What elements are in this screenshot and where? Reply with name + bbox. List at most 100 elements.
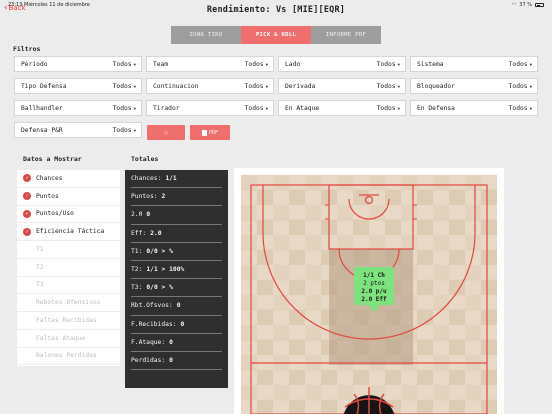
datos-item-balones-perdidos[interactable]: Balones Perdidos: [17, 348, 120, 366]
datos-item-label: T2: [36, 263, 44, 271]
filter-tipo-defensa[interactable]: Tipo Defensa Todos ▼: [14, 78, 142, 94]
filter-en-defensa[interactable]: En Defensa Todos ▼: [410, 100, 538, 116]
unchecked-icon: [23, 352, 31, 360]
filter-value: Todos ▼: [376, 104, 400, 112]
filter-value: Todos ▼: [508, 104, 532, 112]
filter-sistema[interactable]: Sistema Todos ▼: [410, 56, 538, 72]
court-panel: 1/1 Ch 2 ptos 2.0 p/u 2.0 Eff: [234, 168, 504, 414]
filter-label: En Defensa: [417, 104, 455, 112]
filter-ballhandler[interactable]: Ballhandler Todos ▼: [14, 100, 142, 116]
filter-value: Todos ▼: [376, 60, 400, 68]
chevron-down-icon: ▼: [133, 105, 136, 111]
filter-en-ataque[interactable]: En Ataque Todos ▼: [278, 100, 406, 116]
filter-team[interactable]: Team Todos ▼: [146, 56, 274, 72]
datos-item-puntos-uso[interactable]: ✓ Puntos/Uso: [17, 206, 120, 224]
totales-row: F.Ataque: 0: [131, 334, 222, 352]
checkmark-icon: ✓: [23, 209, 31, 218]
reset-icon: ○: [164, 129, 168, 136]
filter-value: Todos ▼: [508, 82, 532, 90]
filter-value: Todos ▼: [508, 60, 532, 68]
unchecked-icon: [23, 334, 31, 342]
tab-pick-and-roll[interactable]: PICK & ROLL: [241, 26, 311, 44]
datos-item-chances[interactable]: ✓ Chances: [17, 170, 120, 188]
datos-item-puntos[interactable]: ✓ Puntos: [17, 188, 120, 206]
totales-value: 0: [169, 356, 173, 364]
filter-label: Periodo: [21, 60, 48, 68]
datos-heading: Datos a Mostrar: [23, 155, 82, 163]
totales-value: 0: [146, 211, 151, 219]
unchecked-icon: [23, 263, 31, 271]
pdf-button[interactable]: PDF: [190, 125, 230, 140]
datos-item-label: T1: [36, 245, 44, 253]
chevron-down-icon: ▼: [397, 105, 400, 111]
datos-item-label: Rebotes Ofensivos: [36, 299, 101, 307]
datos-item-rebotes-ofensivos[interactable]: Rebotes Ofensivos: [17, 294, 120, 312]
totales-row: 2.0 0: [131, 206, 222, 225]
totales-label: Chances:: [131, 175, 162, 183]
totales-label: Rbt.Ofsvos:: [131, 302, 173, 310]
chevron-down-icon: ▼: [529, 61, 532, 67]
totales-label: F.Ataque:: [131, 338, 166, 346]
chevron-down-icon: ▼: [265, 61, 268, 67]
totales-row: T1: 0/0 > %: [131, 243, 222, 261]
tooltip-line-eff: 2.0 Eff: [361, 296, 387, 303]
chevron-down-icon: ▼: [397, 61, 400, 67]
chevron-down-icon: ▼: [529, 83, 532, 89]
datos-item-faltas-recibidas[interactable]: Faltas Recibidas: [17, 312, 120, 330]
totales-row: Chances: 1/1: [131, 170, 222, 189]
filter-label: Sistema: [417, 60, 444, 68]
totales-label: Puntos:: [131, 193, 158, 201]
checkmark-icon: ✓: [23, 192, 31, 201]
filter-derivada[interactable]: Derivada Todos ▼: [278, 78, 406, 94]
datos-item-label: Puntos: [36, 192, 59, 200]
filter-label: Defensa P&R: [21, 126, 63, 134]
chevron-down-icon: ▼: [133, 61, 136, 67]
filter-tirador[interactable]: Tirador Todos ▼: [146, 100, 274, 116]
filter-label: Ballhandler: [21, 104, 63, 112]
totales-row: F.Recibidas: 0: [131, 316, 222, 334]
datos-item-label: Faltas Recibidas: [36, 316, 97, 324]
totales-value: 0: [180, 320, 185, 328]
tab-informe-pdf[interactable]: INFORME PDF: [311, 26, 381, 44]
totales-row: Puntos: 2: [131, 188, 222, 207]
filter-bloqueador[interactable]: Bloqueador Todos ▼: [410, 78, 538, 94]
totales-label: T3:: [131, 284, 143, 292]
filters-grid: Periodo Todos ▼ Team Todos ▼ Lado Todos ▼ Sistema…: [14, 56, 538, 138]
totales-label: Eff:: [131, 229, 147, 237]
filter-value: Todos ▼: [112, 82, 136, 90]
filter-lado[interactable]: Lado Todos ▼: [278, 56, 406, 72]
datos-item-eficiencia-t-ctica[interactable]: ✓ Eficiencia Táctica: [17, 223, 120, 241]
totales-panel: Chances: 1/1 Puntos: 2 2.0 0 Eff: 2.0 T1: 0/0 > %…: [125, 170, 228, 388]
chevron-down-icon: ▼: [529, 105, 532, 111]
totales-row: Eff: 2.0: [131, 225, 222, 243]
unchecked-icon: [23, 316, 31, 324]
filter-periodo[interactable]: Periodo Todos ▼: [14, 56, 142, 72]
datos-item-label: Eficiencia Táctica: [36, 228, 105, 236]
totales-value: 1/1 > 100%: [146, 266, 185, 274]
datos-item-t3[interactable]: T3: [17, 277, 120, 295]
tab-bar: ZONA TIRO PICK & ROLL INFORME PDF: [171, 26, 381, 44]
basketball-court[interactable]: 1/1 Ch 2 ptos 2.0 p/u 2.0 Eff: [241, 175, 497, 414]
filter-label: Tirador: [153, 104, 180, 112]
totales-row: T3: 0/0 > %: [131, 279, 222, 298]
filter-continuacion[interactable]: Continuacion Todos ▼: [146, 78, 274, 94]
datos-item-label: Chances: [36, 174, 63, 182]
totales-label: F.Recibidas:: [131, 320, 177, 328]
datos-item-label: Faltas Ataque: [36, 334, 86, 342]
filter-defensa-p-r[interactable]: Defensa P&R Todos ▼: [14, 122, 142, 138]
page-title: Rendimiento: Vs [MIE][EQR]: [206, 5, 346, 15]
tab-zona-tiro[interactable]: ZONA TIRO: [171, 26, 241, 44]
datos-item-t2[interactable]: T2: [17, 259, 120, 277]
tooltip-line-pu: 2.0 p/u: [361, 288, 387, 295]
filter-label: Tipo Defensa: [21, 82, 67, 90]
datos-item-t1[interactable]: T1: [17, 241, 120, 259]
datos-list: ✓ Chances ✓ Puntos ✓ Puntos/Uso ✓ Eficiencia Tá…: [17, 170, 120, 366]
clear-filters-button[interactable]: ○: [147, 125, 185, 140]
datos-item-faltas-ataque[interactable]: Faltas Ataque: [17, 330, 120, 348]
filters-heading: Filtros: [13, 45, 41, 53]
totales-value: 2.0: [150, 229, 162, 237]
totales-row: Perdidas: 0: [131, 352, 222, 371]
totales-heading: Totales: [131, 155, 159, 163]
chevron-down-icon: ▼: [397, 83, 400, 89]
filter-label: Bloqueador: [417, 82, 455, 90]
